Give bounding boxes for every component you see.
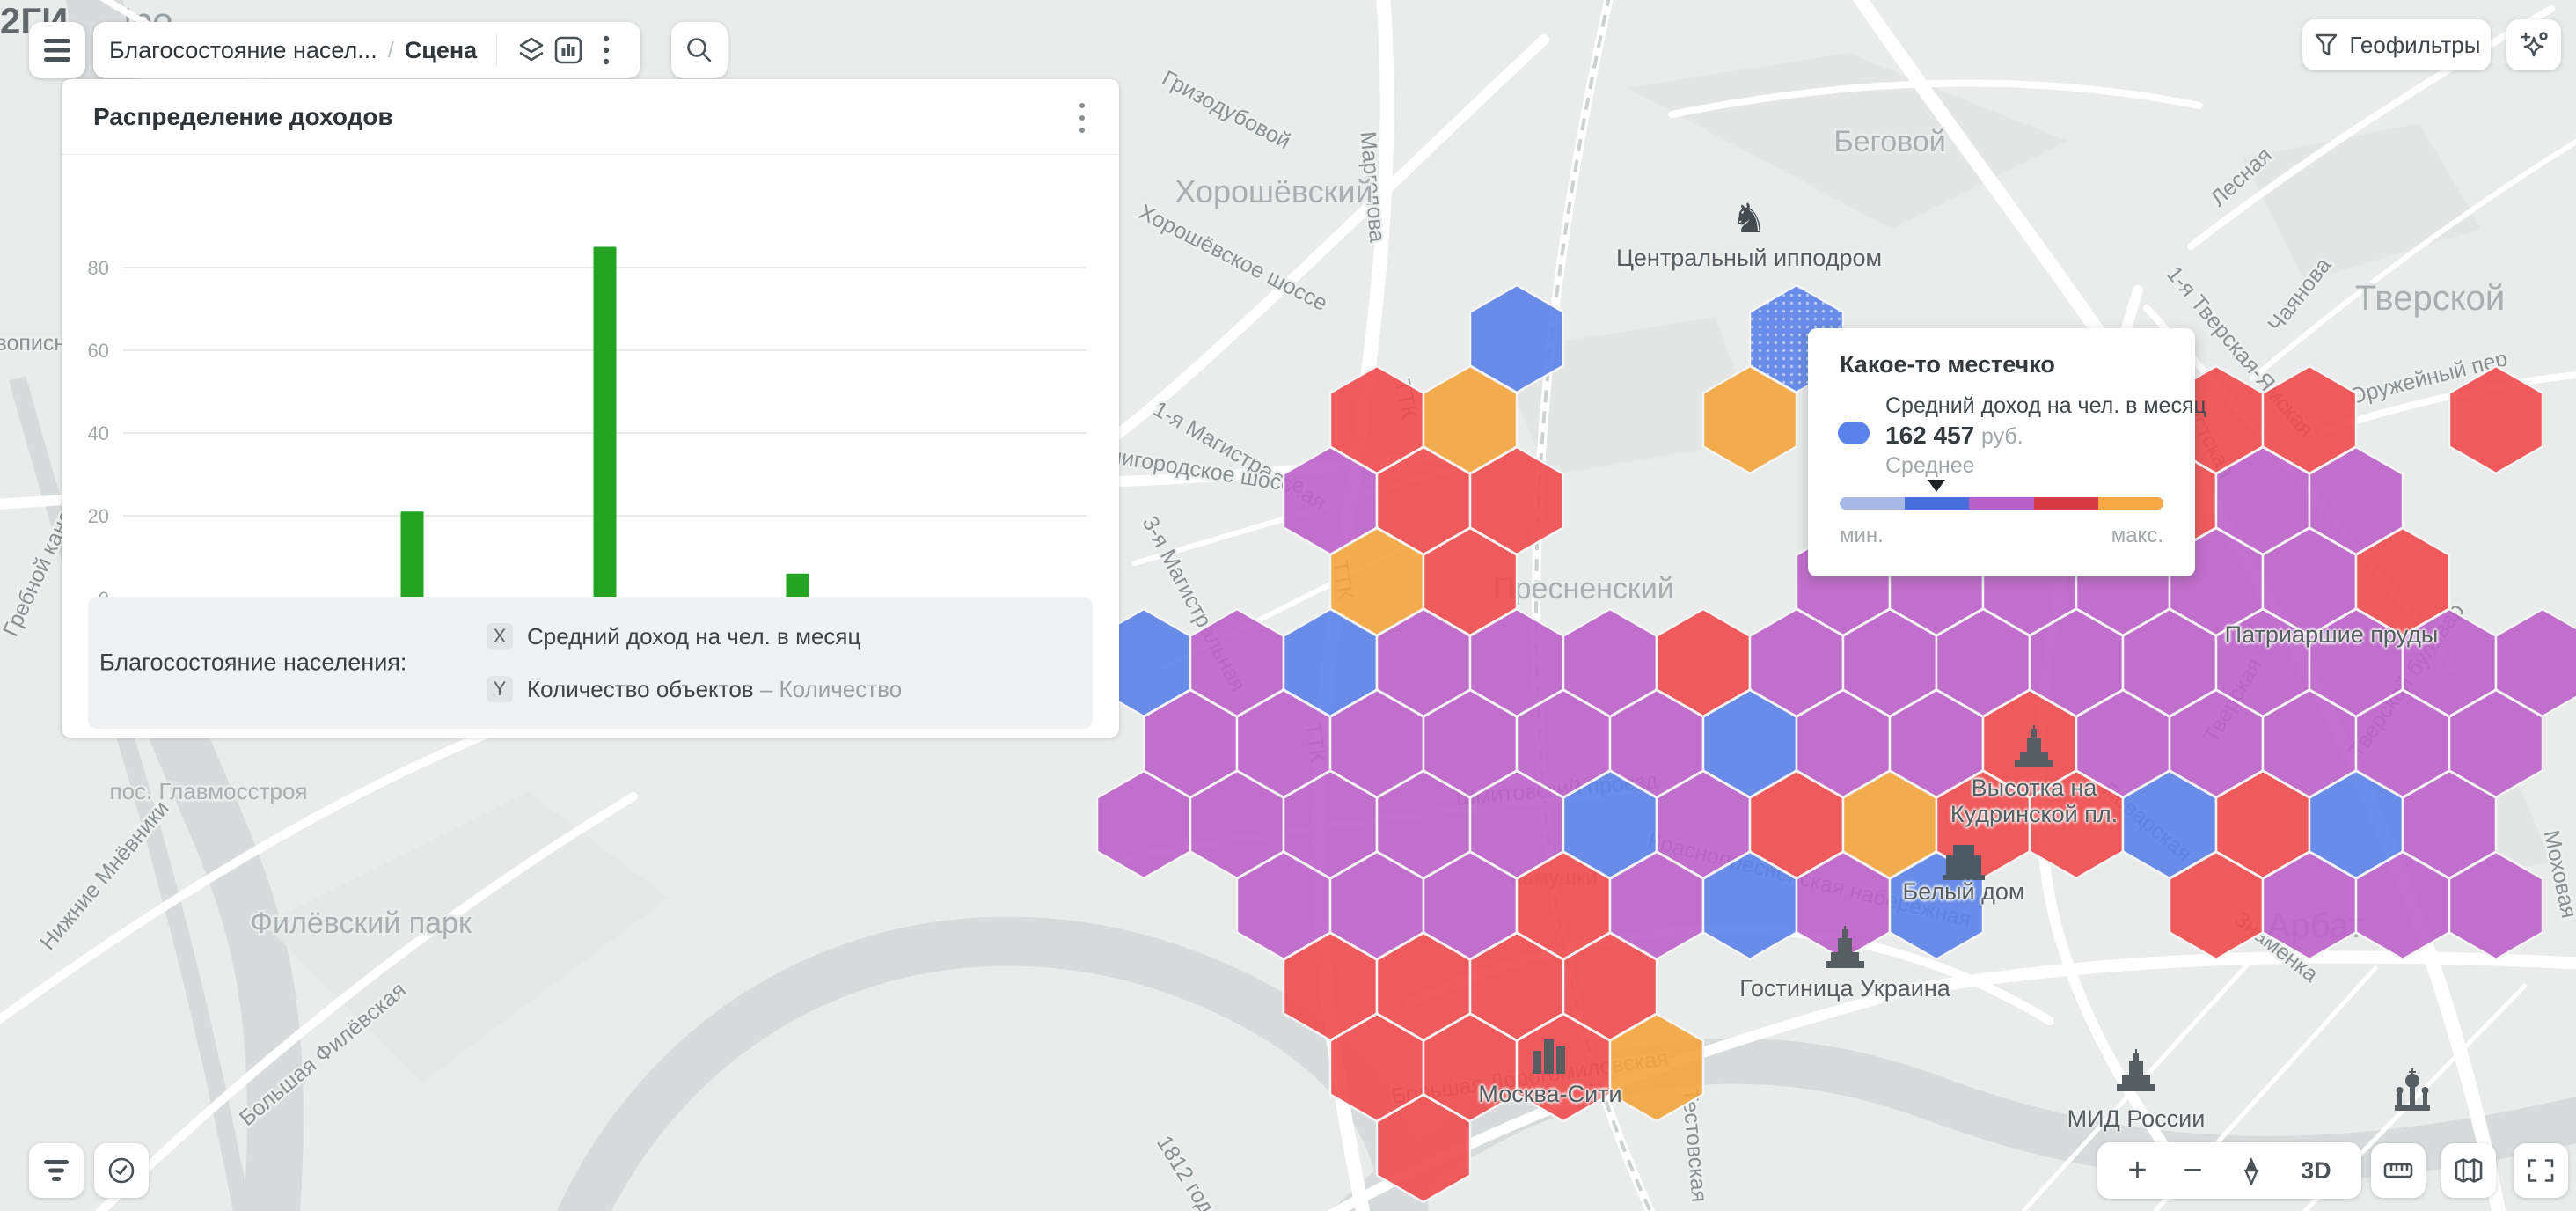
horse-icon[interactable]: ♞ — [1728, 197, 1770, 243]
scale-segment — [1905, 497, 1970, 510]
highrise-icon[interactable] — [2115, 1049, 2157, 1095]
time-history-button[interactable] — [94, 1143, 149, 1198]
poi-label[interactable]: Патриаршие пруды — [2225, 621, 2439, 648]
charts-button[interactable] — [550, 26, 587, 74]
filter-lines-button[interactable] — [29, 1143, 84, 1198]
compass-button[interactable] — [2238, 1156, 2265, 1185]
zoom-out-button[interactable]: − — [2183, 1154, 2202, 1187]
compass-icon — [2238, 1156, 2265, 1185]
tooltip-aggregation: Среднее — [1885, 453, 1975, 479]
tooltip-title: Какое-то местечко — [1840, 351, 2055, 378]
geofilters-button[interactable]: Геофильтры — [2302, 19, 2491, 70]
folded-map-icon — [2453, 1155, 2485, 1186]
poi-label[interactable]: Белый дом — [1903, 878, 2025, 905]
tooltip-metric: Средний доход на чел. в месяц — [1885, 393, 2206, 419]
scale-marker-icon — [1928, 480, 1945, 492]
income-distribution-chart[interactable]: 0204060800 – 100000100000 – 200000200000… — [62, 157, 1119, 650]
fullscreen-icon — [2526, 1156, 2556, 1185]
x-axis-label: Средний доход на чел. в месяц — [527, 623, 860, 650]
scale-segment — [1969, 497, 2034, 510]
map-style-button[interactable] — [2441, 1143, 2496, 1198]
bar-21[interactable] — [401, 511, 424, 598]
x-axis-badge: X — [487, 623, 513, 650]
kebab-icon — [1078, 100, 1087, 136]
chart-title: Распределение доходов — [93, 103, 393, 131]
y-tick-label: 60 — [88, 340, 109, 362]
kebab-icon — [601, 34, 611, 66]
hex-tooltip: Какое-то местечко Средний доход на чел. … — [1808, 328, 2195, 576]
breadcrumb-separator: / — [388, 38, 394, 63]
fullscreen-button[interactable] — [2514, 1143, 2568, 1198]
funnel-icon — [2313, 32, 2339, 58]
divider — [496, 34, 497, 66]
scale-min-label: мин. — [1840, 524, 1884, 548]
3d-toggle-button[interactable]: 3D — [2301, 1157, 2331, 1185]
breadcrumb: Благосостояние насел... / Сцена — [93, 22, 640, 78]
breadcrumb-scene[interactable]: Сцена — [405, 37, 477, 64]
svg-text:♞: ♞ — [1731, 197, 1767, 241]
ruler-icon — [2382, 1155, 2414, 1186]
highrise-icon[interactable] — [1824, 926, 1866, 972]
bar-6[interactable] — [787, 574, 809, 598]
poi-label[interactable]: Гостиница Украина — [1739, 975, 1950, 1002]
geofilters-label: Геофильтры — [2350, 32, 2481, 59]
filter-lines-icon — [42, 1159, 70, 1182]
dataset-label: Благосостояние населения: — [99, 650, 406, 677]
hex-cell[interactable] — [2449, 366, 2543, 473]
chart-legend: Благосостояние населения: X Средний дохо… — [88, 597, 1093, 729]
search-button[interactable] — [671, 22, 728, 78]
city-icon[interactable] — [1529, 1031, 1571, 1077]
layers-button[interactable] — [513, 26, 550, 74]
zoom-in-button[interactable]: + — [2127, 1154, 2147, 1187]
more-button[interactable] — [588, 26, 625, 74]
ruler-button[interactable] — [2371, 1143, 2426, 1198]
y-tick-label: 20 — [88, 505, 109, 527]
chart-panel: Распределение доходов 0204060800 – 10000… — [62, 79, 1119, 738]
scale-segment — [2034, 497, 2099, 510]
poi-label[interactable]: Центральный ипподром — [1616, 245, 1882, 271]
scale-segment — [2098, 497, 2163, 510]
highrise-icon[interactable] — [2013, 725, 2055, 771]
chart-menu-button[interactable] — [1063, 99, 1101, 137]
y-axis-badge: Y — [487, 676, 513, 702]
layers-icon — [516, 35, 546, 65]
poi-label[interactable]: Высотка наКудринской пл. — [1950, 774, 2118, 827]
church-icon[interactable] — [2391, 1067, 2433, 1112]
x-axis-row: X Средний доход на чел. в месяц — [487, 623, 860, 650]
bar-85[interactable] — [594, 247, 617, 599]
tooltip-unit: руб. — [1981, 424, 2023, 449]
poi-label[interactable]: Москва-Сити — [1478, 1081, 1621, 1107]
gov-icon[interactable] — [1943, 838, 1985, 884]
map-zoom-controls: + − 3D — [2097, 1142, 2361, 1199]
y-tick-label: 40 — [88, 422, 109, 444]
hamburger-icon — [42, 37, 72, 63]
search-icon — [684, 35, 714, 65]
scale-segment — [1840, 497, 1905, 510]
sparkle-icon — [2518, 29, 2550, 61]
ai-suggest-button[interactable] — [2506, 19, 2561, 70]
chart-panel-header: Распределение доходов — [62, 79, 1119, 155]
clock-icon — [106, 1155, 137, 1186]
scale-max-label: макс. — [2111, 524, 2163, 548]
poi-label[interactable]: МИД России — [2067, 1105, 2206, 1132]
menu-button[interactable] — [29, 22, 85, 78]
y-axis-label: Количество объектов – Количество — [527, 676, 902, 703]
metric-color-dot — [1838, 422, 1870, 444]
color-scale-bar — [1840, 497, 2163, 510]
breadcrumb-project[interactable]: Благосостояние насел... — [109, 37, 377, 64]
y-tick-label: 80 — [88, 257, 109, 279]
tooltip-value: 162 457 руб. — [1885, 422, 2023, 450]
bar-chart-icon — [553, 35, 583, 65]
y-axis-row: Y Количество объектов – Количество — [487, 676, 902, 702]
